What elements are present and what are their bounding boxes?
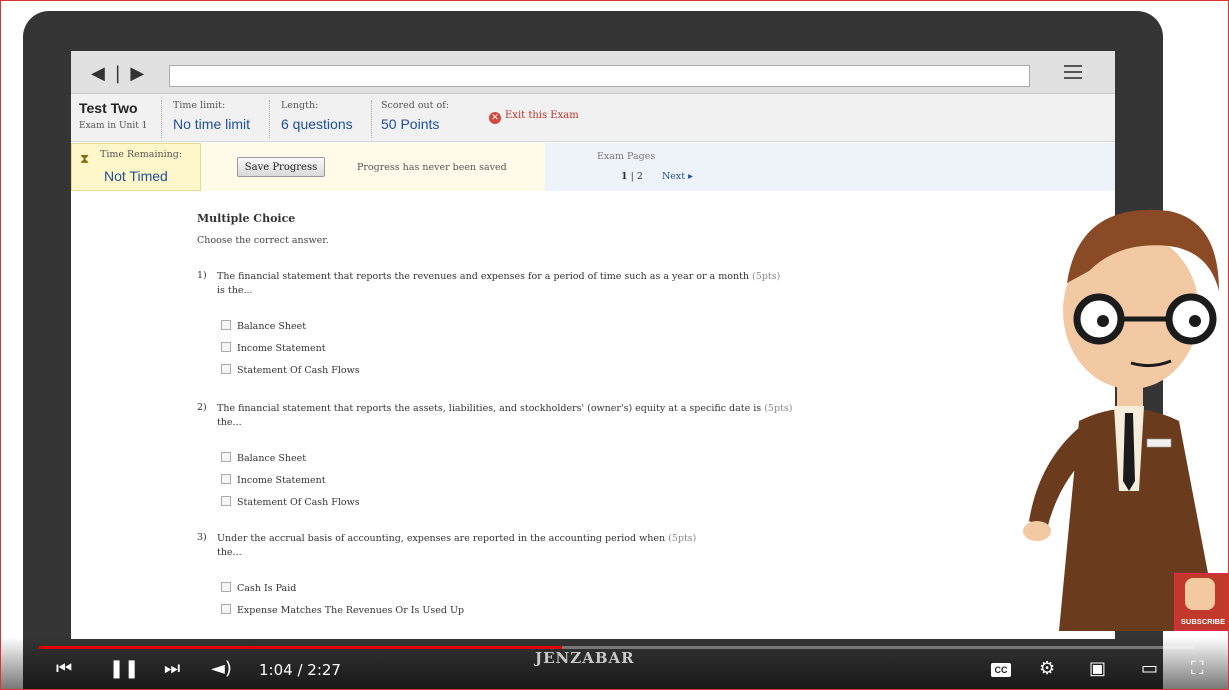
question-area: Multiple Choice Choose the correct answe… (197, 212, 837, 616)
page-links: 1 | 2 Next ▸ (621, 171, 693, 182)
pause-icon[interactable]: ❚❚ (109, 658, 139, 680)
save-progress-button[interactable]: Save Progress (237, 157, 325, 177)
option-label: Statement Of Cash Flows (237, 497, 360, 508)
theater-mode-icon[interactable]: ▭ (1141, 658, 1158, 680)
progress-message: Progress has never been saved (357, 162, 507, 173)
question-points: (5pts) (764, 403, 793, 414)
hamburger-menu-icon[interactable] (1064, 65, 1082, 79)
page-1-link[interactable]: 1 (621, 171, 628, 182)
question-text-main: The financial statement that reports the… (217, 271, 750, 282)
save-progress-area: Save Progress Progress has never been sa… (201, 143, 545, 191)
cartoon-presenter (1023, 209, 1219, 631)
scored-value: 50 Points (381, 116, 440, 132)
subscribe-label: SUBSCRIBE (1180, 617, 1226, 626)
volume-icon[interactable]: ◄) (211, 658, 232, 680)
scored-label: Scored out of: (381, 100, 449, 111)
question-number: 1) (197, 270, 207, 281)
q1-option-3[interactable]: Statement Of Cash Flows (221, 364, 360, 376)
time-limit-label: Time limit: (173, 100, 226, 111)
checkbox[interactable] (221, 364, 231, 374)
question-text-cont: the... (217, 547, 242, 558)
q2-option-1[interactable]: Balance Sheet (221, 452, 306, 464)
question-text: The financial statement that reports the… (217, 270, 817, 298)
checkbox[interactable] (221, 342, 231, 352)
divider (269, 100, 270, 138)
question-text: The financial statement that reports the… (217, 402, 817, 430)
back-forward-icon[interactable]: ◀ | ▶ (91, 63, 146, 84)
laptop-screen: ◀ | ▶ Test Two Exam in Unit 1 Time limit… (71, 51, 1115, 639)
checkbox[interactable] (221, 582, 231, 592)
option-label: Income Statement (237, 475, 326, 486)
exam-unit: Exam in Unit 1 (79, 121, 148, 131)
exam-pages-label: Exam Pages (597, 151, 656, 162)
subscribe-button[interactable]: SUBSCRIBE (1174, 573, 1228, 631)
next-page-link[interactable]: Next ▸ (662, 171, 693, 182)
instructions: Choose the correct answer. (197, 235, 329, 246)
exam-content: Multiple Choice Choose the correct answe… (71, 192, 1115, 639)
q3-option-2[interactable]: Expense Matches The Revenues Or Is Used … (221, 604, 464, 616)
score-block: Scored out of: 50 Points (381, 100, 449, 132)
question-text-main: The financial statement that reports the… (217, 403, 762, 414)
checkbox[interactable] (221, 496, 231, 506)
exam-title-block: Test Two Exam in Unit 1 (79, 100, 147, 131)
q3-option-1[interactable]: Cash Is Paid (221, 582, 296, 594)
length-label: Length: (281, 100, 319, 111)
checkbox[interactable] (221, 452, 231, 462)
question-points: (5pts) (668, 533, 697, 544)
checkbox[interactable] (221, 320, 231, 330)
option-label: Statement Of Cash Flows (237, 365, 360, 376)
time-limit-block: Time limit: No time limit (173, 100, 250, 132)
exam-pages: Exam Pages 1 | 2 Next ▸ (545, 143, 1115, 191)
close-circle-icon: ✕ (489, 112, 501, 124)
time-remaining-value: Not Timed (104, 168, 168, 184)
exam-status-row: ⧗ Time Remaining: Not Timed Save Progres… (71, 143, 1115, 191)
option-label: Balance Sheet (237, 321, 307, 332)
option-label: Cash Is Paid (237, 583, 297, 594)
section-title: Multiple Choice (197, 212, 296, 225)
question-number: 3) (197, 532, 207, 543)
browser-toolbar: ◀ | ▶ (71, 51, 1115, 94)
question-text: Under the accrual basis of accounting, e… (217, 532, 817, 560)
time-display: 1:04 / 2:27 (259, 661, 341, 679)
captions-button[interactable]: CC (991, 663, 1011, 677)
time-remaining-label: Time Remaining: (100, 149, 183, 160)
page-2-link[interactable]: 2 (637, 171, 643, 182)
channel-avatar (1185, 578, 1215, 610)
q2-option-3[interactable]: Statement Of Cash Flows (221, 496, 360, 508)
option-label: Expense Matches The Revenues Or Is Used … (237, 605, 465, 616)
question-number: 2) (197, 402, 207, 413)
question-text-cont: the... (217, 417, 242, 428)
divider (371, 100, 372, 138)
exit-exam-link[interactable]: ✕ Exit this Exam (489, 110, 579, 124)
page-separator: | (630, 171, 634, 182)
previous-icon[interactable]: ⏮ (56, 658, 72, 680)
time-limit-value: No time limit (173, 116, 251, 132)
length-block: Length: 6 questions (281, 100, 353, 132)
q1-option-2[interactable]: Income Statement (221, 342, 326, 354)
question-points: (5pts) (752, 271, 781, 282)
exit-exam-label: Exit this Exam (505, 110, 579, 121)
length-value: 6 questions (281, 116, 353, 132)
q1-option-1[interactable]: Balance Sheet (221, 320, 306, 332)
jenzabar-watermark: JENZABAR (535, 649, 635, 667)
q2-option-2[interactable]: Income Statement (221, 474, 326, 486)
option-label: Income Statement (237, 343, 326, 354)
next-icon[interactable]: ⏭ (164, 658, 180, 680)
option-label: Balance Sheet (237, 453, 307, 464)
question-text-main: Under the accrual basis of accounting, e… (217, 533, 666, 544)
exam-title: Test Two (79, 100, 138, 116)
checkbox[interactable] (221, 474, 231, 484)
time-remaining-box: ⧗ Time Remaining: Not Timed (71, 143, 201, 191)
address-bar[interactable] (169, 65, 1030, 87)
hourglass-icon: ⧗ (80, 151, 90, 166)
question-text-cont: is the... (217, 285, 253, 296)
divider (161, 100, 162, 138)
exam-header: Test Two Exam in Unit 1 Time limit: No t… (71, 94, 1115, 142)
video-frame: ◀ | ▶ Test Two Exam in Unit 1 Time limit… (0, 0, 1229, 690)
fullscreen-icon[interactable]: ⛶ (1191, 658, 1204, 680)
progress-played (39, 646, 563, 649)
miniplayer-icon[interactable]: ▣ (1089, 658, 1106, 680)
checkbox[interactable] (221, 604, 231, 614)
settings-gear-icon[interactable]: ⚙ (1039, 658, 1055, 680)
